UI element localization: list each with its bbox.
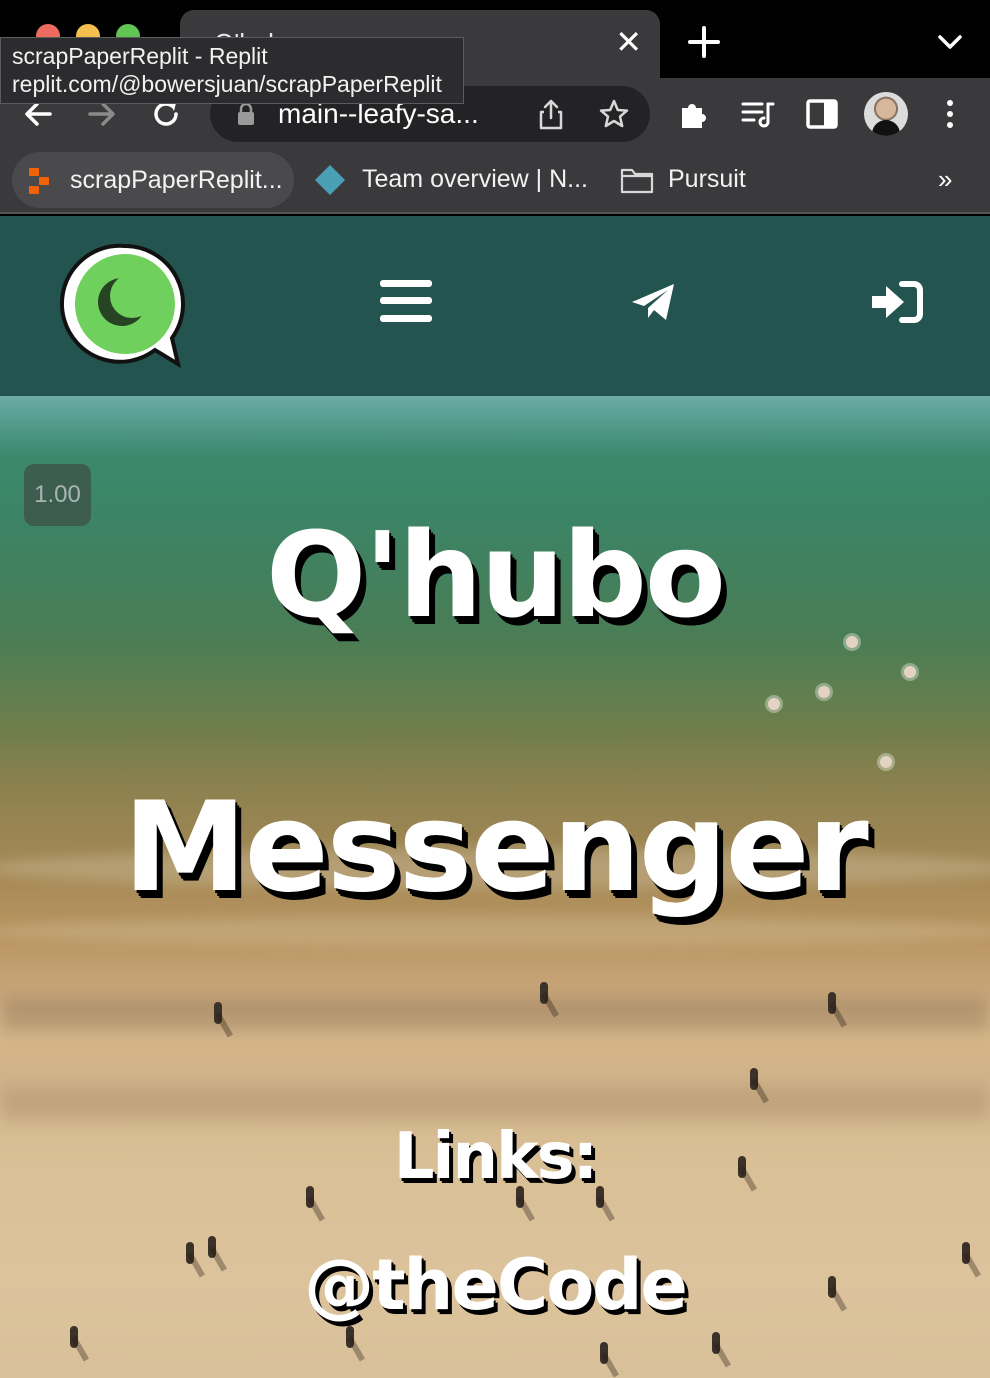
replit-icon <box>29 168 49 194</box>
beachgoer <box>214 1002 222 1024</box>
hamburger-icon[interactable] <box>380 278 432 324</box>
share-icon[interactable] <box>536 98 566 130</box>
media-queue-icon[interactable] <box>740 96 776 132</box>
site-header <box>0 216 990 396</box>
side-panel-icon[interactable] <box>804 96 840 132</box>
bookmark-label: Team overview | N... <box>362 164 589 193</box>
folder-icon <box>620 168 654 194</box>
beachgoer <box>540 982 548 1004</box>
beachgoer <box>346 1326 354 1348</box>
extensions-puzzle-icon[interactable] <box>676 96 712 132</box>
paper-plane-icon[interactable] <box>628 280 678 324</box>
bookmark-scrappaperreplit[interactable]: scrapPaperReplit... <box>12 152 294 208</box>
beachgoer <box>600 1342 608 1364</box>
swimmer <box>904 666 916 678</box>
beachgoer <box>712 1332 720 1354</box>
beachgoer <box>70 1326 78 1348</box>
bookmark-star-icon[interactable] <box>598 98 630 130</box>
swimmer <box>818 686 830 698</box>
tab-search-chevron-icon[interactable] <box>934 30 966 54</box>
wave-foam <box>0 916 990 946</box>
tab-close-button[interactable]: ✕ <box>615 24 642 60</box>
more-bookmarks-chevron-icon[interactable]: » <box>938 164 952 195</box>
sign-in-icon[interactable] <box>868 280 924 324</box>
tooltip-url: replit.com/@bowersjuan/scrapPaperReplit <box>12 71 442 97</box>
link-tooltip: scrapPaperReplit - Replit replit.com/@bo… <box>0 37 464 104</box>
bookmark-label: Pursuit <box>668 164 746 193</box>
new-tab-button[interactable] <box>686 24 722 60</box>
beachgoer <box>750 1068 758 1090</box>
swimmer <box>880 756 892 768</box>
qhubo-logo[interactable] <box>60 238 190 378</box>
beachgoer <box>828 992 836 1014</box>
hero-video-background: 1.00 Q'hubo Messenger Links: @theCode <box>0 396 990 1378</box>
lock-icon <box>238 102 254 125</box>
hero-title: Q'hubo <box>266 506 726 644</box>
links-heading: Links: <box>393 1120 599 1194</box>
hero-subtitle: Messenger <box>123 776 869 920</box>
bookmark-team-overview[interactable]: Team overview | N... <box>362 150 588 208</box>
bookmark-label: scrapPaperReplit... <box>70 165 283 194</box>
thecode-link[interactable]: @theCode <box>0 1244 990 1326</box>
more-options-icon[interactable] <box>932 96 968 132</box>
bookmarks-bar: scrapPaperReplit... Team overview | N...… <box>0 150 990 214</box>
profile-avatar[interactable] <box>864 92 908 136</box>
diamond-icon <box>315 165 345 195</box>
bookmark-pursuit[interactable]: Pursuit <box>668 150 746 208</box>
wet-sand-band <box>0 1086 990 1120</box>
swimmer <box>768 698 780 710</box>
tooltip-title: scrapPaperReplit - Replit <box>12 43 268 69</box>
